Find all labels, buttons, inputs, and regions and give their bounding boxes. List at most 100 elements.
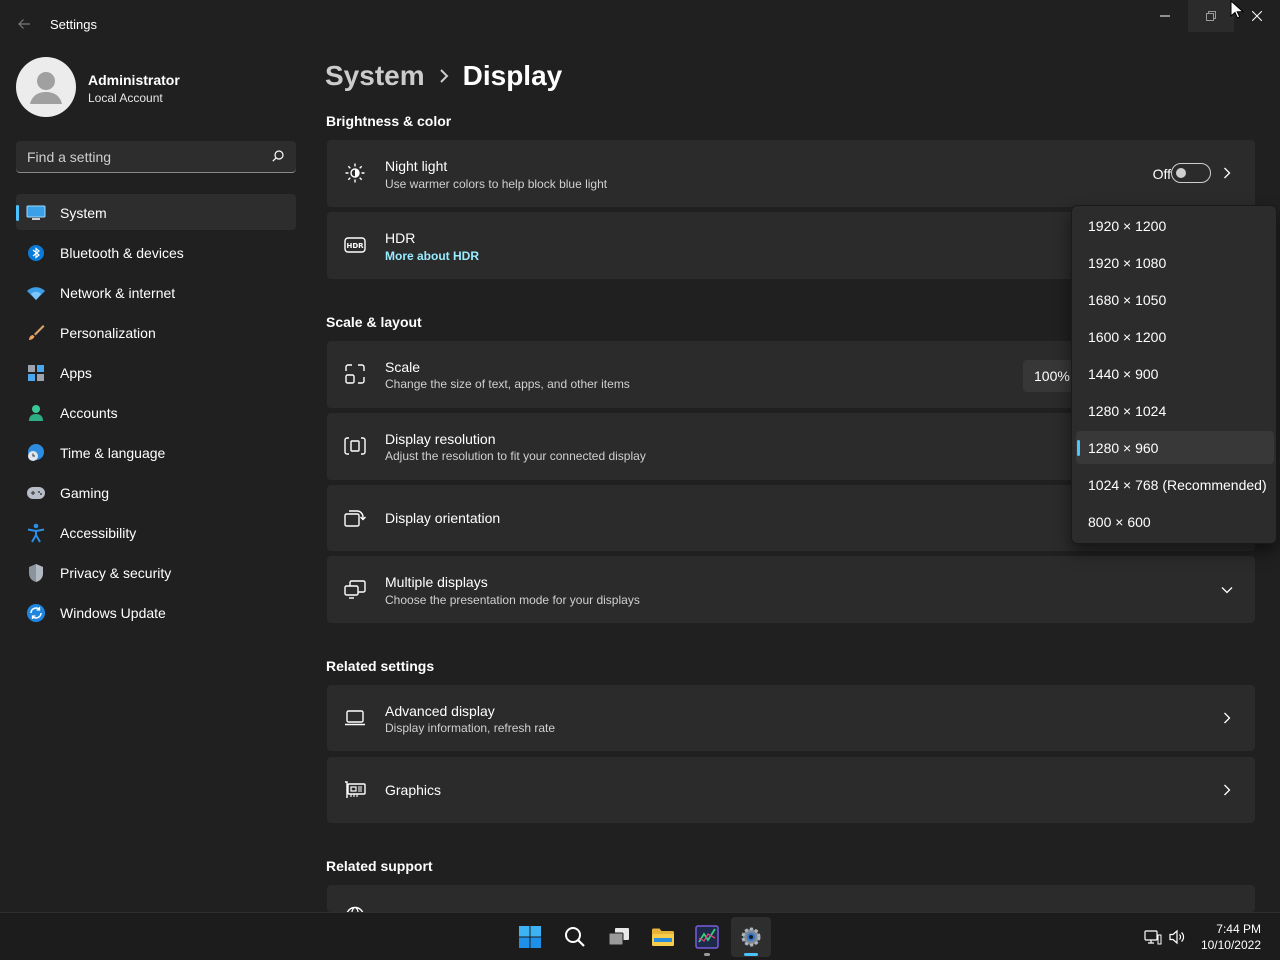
display-resolution-title: Display resolution [385,431,496,447]
advanced-display-card[interactable]: Advanced display Display information, re… [327,685,1255,751]
settings-icon [739,925,763,949]
sidebar-item-label: Privacy & security [60,565,172,581]
task-view-icon [608,927,630,947]
profile-account-type: Local Account [88,91,163,105]
minimize-button[interactable] [1142,0,1188,32]
sidebar-item-label: System [60,205,107,221]
sidebar-item-label: Windows Update [60,605,166,621]
resolution-option-selected[interactable]: 1280 × 960 [1076,431,1274,464]
resolution-icon [344,435,366,457]
breadcrumb-parent[interactable]: System [325,60,425,92]
night-light-toggle[interactable] [1171,163,1211,183]
resolution-option[interactable]: 800 × 600 [1076,505,1274,538]
title-bar: Settings [0,0,1280,48]
help-with-display-card[interactable] [327,885,1255,912]
volume-icon[interactable] [1168,928,1186,946]
advanced-display-subtitle: Display information, refresh rate [385,721,556,735]
brush-icon [26,323,46,343]
sidebar-item-gaming[interactable]: Gaming [16,474,296,510]
monitor-icon [26,203,46,223]
section-title-related-settings: Related settings [326,658,435,674]
search-input[interactable] [16,141,266,172]
page-title: Display [462,60,563,91]
resolution-option[interactable]: 1600 × 1200 [1076,320,1274,353]
minimize-icon [1160,11,1170,21]
resolution-option[interactable]: 1440 × 900 [1076,357,1274,390]
search-box[interactable] [16,141,296,173]
chevron-down-icon[interactable] [1219,582,1235,598]
svg-text:HDR: HDR [346,242,364,250]
sidebar-item-personalization[interactable]: Personalization [16,314,296,350]
multiple-displays-title: Multiple displays [385,574,488,590]
display-orientation-title: Display orientation [385,510,501,526]
sidebar-item-bluetooth[interactable]: Bluetooth & devices [16,234,296,270]
start-icon [518,925,542,949]
start-button[interactable] [510,917,550,957]
sidebar-item-label: Network & internet [60,285,176,301]
sidebar-item-label: Personalization [60,325,156,341]
active-indicator [744,953,758,956]
shield-icon [26,563,46,583]
chevron-right-icon [439,69,449,83]
clock-date: 10/10/2022 [1200,938,1261,952]
resolution-option[interactable]: 1280 × 1024 [1076,394,1274,427]
apps-icon [26,363,46,383]
resolution-option-label: 1600 × 1200 [1088,329,1167,345]
sidebar-item-windows-update[interactable]: Windows Update [16,594,296,630]
breadcrumb: System Display [325,58,562,94]
sidebar-nav: System Bluetooth & devices Network & int… [16,194,296,634]
resolution-option[interactable]: 1024 × 768 (Recommended) [1076,468,1274,501]
sidebar-item-accessibility[interactable]: Accessibility [16,514,296,550]
running-indicator [704,953,710,956]
multiple-displays-card[interactable]: Multiple displays Choose the presentatio… [327,556,1255,623]
chart-app-icon [695,925,719,949]
file-explorer-button[interactable] [643,917,683,957]
taskbar-search-button[interactable] [555,917,595,957]
clock-time: 7:44 PM [1216,922,1261,936]
back-arrow-icon [17,17,31,31]
sidebar-item-privacy-security[interactable]: Privacy & security [16,554,296,590]
sidebar-item-system[interactable]: System [16,194,296,230]
night-light-subtitle: Use warmer colors to help block blue lig… [385,177,608,191]
resolution-option[interactable]: 1920 × 1080 [1076,246,1274,279]
system-clock[interactable]: 7:44 PM 10/10/2022 [1201,921,1261,953]
multiple-displays-subtitle: Choose the presentation mode for your di… [385,593,640,607]
graphics-card-icon [344,779,366,801]
update-icon [26,603,46,623]
network-icon[interactable] [1144,928,1162,946]
settings-taskbar-button[interactable] [731,917,771,957]
maximize-button[interactable] [1188,0,1234,32]
file-explorer-icon [651,927,675,947]
resolution-option[interactable]: 1920 × 1200 [1076,209,1274,242]
toggle-knob [1176,168,1186,178]
back-button[interactable] [12,12,36,36]
sidebar-item-accounts[interactable]: Accounts [16,394,296,430]
more-about-hdr-link[interactable]: More about HDR [385,249,479,263]
chevron-right-icon[interactable] [1219,710,1235,726]
chevron-right-icon[interactable] [1219,165,1235,181]
sidebar-item-network[interactable]: Network & internet [16,274,296,310]
graphics-card[interactable]: Graphics [327,757,1255,823]
resolution-option[interactable]: 1680 × 1050 [1076,283,1274,316]
sidebar-item-label: Time & language [60,445,166,461]
chart-app-button[interactable] [687,917,727,957]
chevron-right-icon[interactable] [1219,782,1235,798]
night-light-card[interactable]: Night light Use warmer colors to help bl… [327,140,1255,207]
sidebar-item-label: Accounts [60,405,118,421]
close-icon [1252,11,1262,21]
search-icon[interactable] [272,150,284,162]
sidebar-item-time-language[interactable]: Time & language [16,434,296,470]
resolution-option-label: 1024 × 768 (Recommended) [1088,477,1267,493]
display-resolution-subtitle: Adjust the resolution to fit your connec… [385,449,646,463]
scale-title: Scale [385,359,421,375]
night-light-toggle-state: Off [1152,166,1171,182]
task-view-button[interactable] [599,917,639,957]
wifi-icon [26,283,46,303]
avatar[interactable] [16,57,76,117]
section-title-related-support: Related support [326,858,433,874]
scale-subtitle: Change the size of text, apps, and other… [385,377,630,391]
brightness-icon [344,162,366,184]
sidebar-item-apps[interactable]: Apps [16,354,296,390]
sidebar-item-label: Accessibility [60,525,137,541]
globe-icon [344,905,366,912]
